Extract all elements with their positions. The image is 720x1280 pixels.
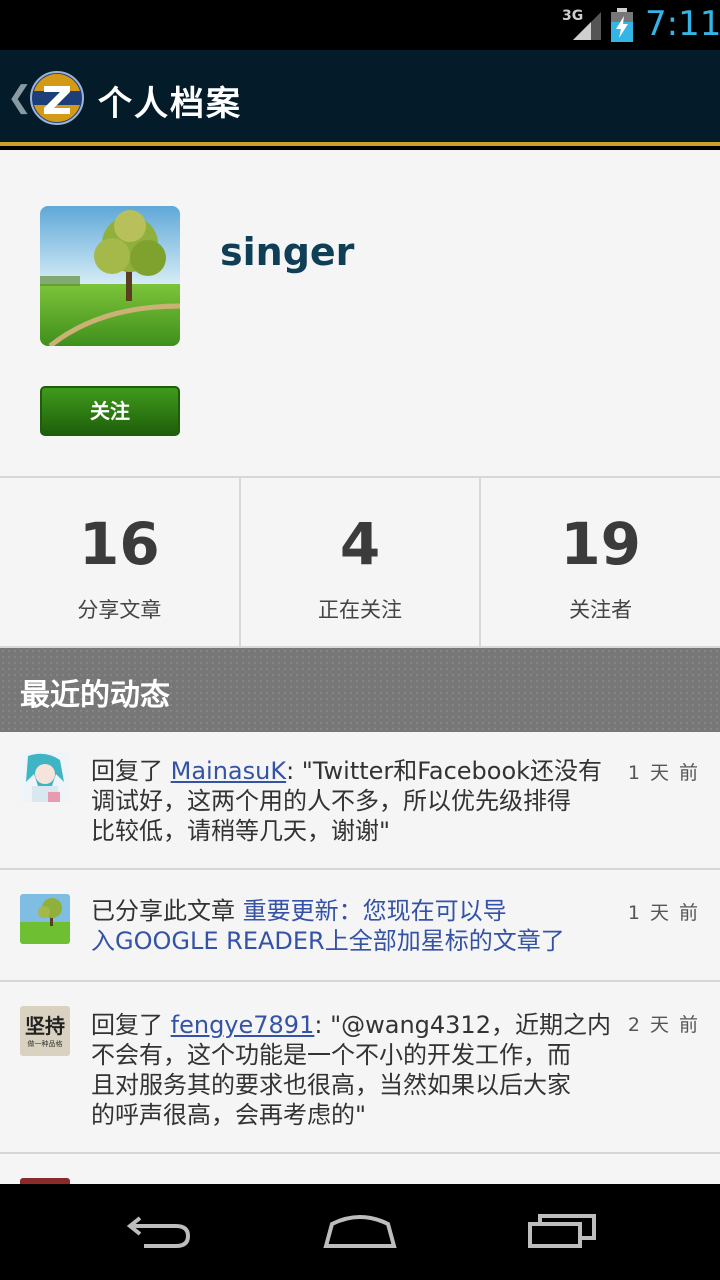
feed-text-line: 不会有，这个功能是一个不小的开发工作，而 <box>91 1041 571 1069</box>
nav-recents-icon[interactable] <box>526 1210 598 1250</box>
avatar-text: 坚持 <box>25 1014 65 1038</box>
article-link[interactable]: 重要更新：您现在可以导 <box>243 897 507 925</box>
avatar <box>40 206 180 346</box>
feed-action: 回复了 <box>91 757 171 785</box>
list-item[interactable]: 坚持 做一种品格 回复了 fengye7891: "@wang4312，近期之内… <box>0 982 720 1154</box>
stat-value: 19 <box>560 510 642 578</box>
follow-button[interactable]: 关注 <box>40 386 180 436</box>
stat-shared-articles[interactable]: 16 分享文章 <box>0 478 241 646</box>
feed-text: 回复了 MainasuK: "Twitter和Facebook还没有 调试好，这… <box>91 756 621 846</box>
feed-text: 回复了 fengye7891: "@wang4312，近期之内 不会有，这个功能… <box>91 1010 621 1130</box>
feed-text-line: 且对服务其的要求也很高，当然如果以后大家 <box>91 1071 571 1099</box>
app-logo-icon[interactable] <box>30 71 84 125</box>
article-link[interactable]: 入GOOGLE READER上全部加星标的文章了 <box>91 927 565 955</box>
nav-home-icon[interactable] <box>322 1210 398 1250</box>
stat-label: 正在关注 <box>318 598 402 622</box>
stat-value: 16 <box>78 510 160 578</box>
feed-text-line: : "@wang4312，近期之内 <box>314 1011 611 1039</box>
recent-activity-header: 最近的动态 <box>0 648 720 732</box>
avatar: 坚持 做一种品格 <box>20 1006 70 1056</box>
back-chevron-icon[interactable]: ❮ <box>7 80 32 115</box>
feed-text: 已分享此文章 重要更新：您现在可以导 入GOOGLE READER上全部加星标的… <box>91 896 621 956</box>
user-link[interactable]: fengye7891 <box>171 1011 315 1039</box>
feed-text-line: 比较低，请稍等几天，谢谢" <box>91 817 391 845</box>
status-bar: 3G 7:11 <box>0 0 720 50</box>
timestamp: 1 天 前 <box>627 902 700 924</box>
profile-header: singer 关注 <box>0 150 720 476</box>
activity-feed: 回复了 MainasuK: "Twitter和Facebook还没有 调试好，这… <box>0 732 720 1184</box>
list-item[interactable]: 已分享此文章 重要更新：您现在可以导 入GOOGLE READER上全部加星标的… <box>0 870 720 982</box>
feed-action: 回复了 <box>91 1011 171 1039</box>
timestamp: 2 天 前 <box>627 1014 700 1036</box>
battery-charging-icon <box>611 8 633 42</box>
stat-following[interactable]: 4 正在关注 <box>241 478 482 646</box>
list-item[interactable]: 回复了 MainasuK: "Twitter和Facebook还没有 调试好，这… <box>0 732 720 870</box>
username: singer <box>220 230 355 274</box>
stats-row: 16 分享文章 4 正在关注 19 关注者 <box>0 476 720 648</box>
stat-followers[interactable]: 19 关注者 <box>481 478 720 646</box>
avatar <box>20 752 70 802</box>
feed-text-line: : "Twitter和Facebook还没有 <box>286 757 603 785</box>
page-title: 个人档案 <box>98 84 242 124</box>
feed-action: 已分享此文章 <box>91 897 243 925</box>
stat-label: 分享文章 <box>77 598 162 622</box>
action-bar: ❮ 个人档案 <box>0 50 720 146</box>
feed-text-line: 调试好，这两个用的人不多，所以优先级排得 <box>91 787 571 815</box>
avatar <box>20 894 70 944</box>
signal-icon <box>573 12 601 40</box>
nav-back-icon[interactable] <box>124 1210 194 1250</box>
user-link[interactable]: MainasuK <box>171 757 286 785</box>
profile-content: singer 关注 16 分享文章 4 正在关注 19 关注者 最近的动态 回复… <box>0 150 720 1184</box>
stat-label: 关注者 <box>569 598 633 622</box>
clock: 7:11 <box>645 4 720 44</box>
navigation-bar <box>0 1184 720 1280</box>
section-title: 最近的动态 <box>20 678 170 713</box>
list-item[interactable] <box>0 1154 720 1184</box>
feed-text-line: 的呼声很高，会再考虑的" <box>91 1101 367 1129</box>
stat-value: 4 <box>339 510 381 578</box>
timestamp: 1 天 前 <box>627 762 700 784</box>
avatar-subtext: 做一种品格 <box>27 1040 63 1048</box>
